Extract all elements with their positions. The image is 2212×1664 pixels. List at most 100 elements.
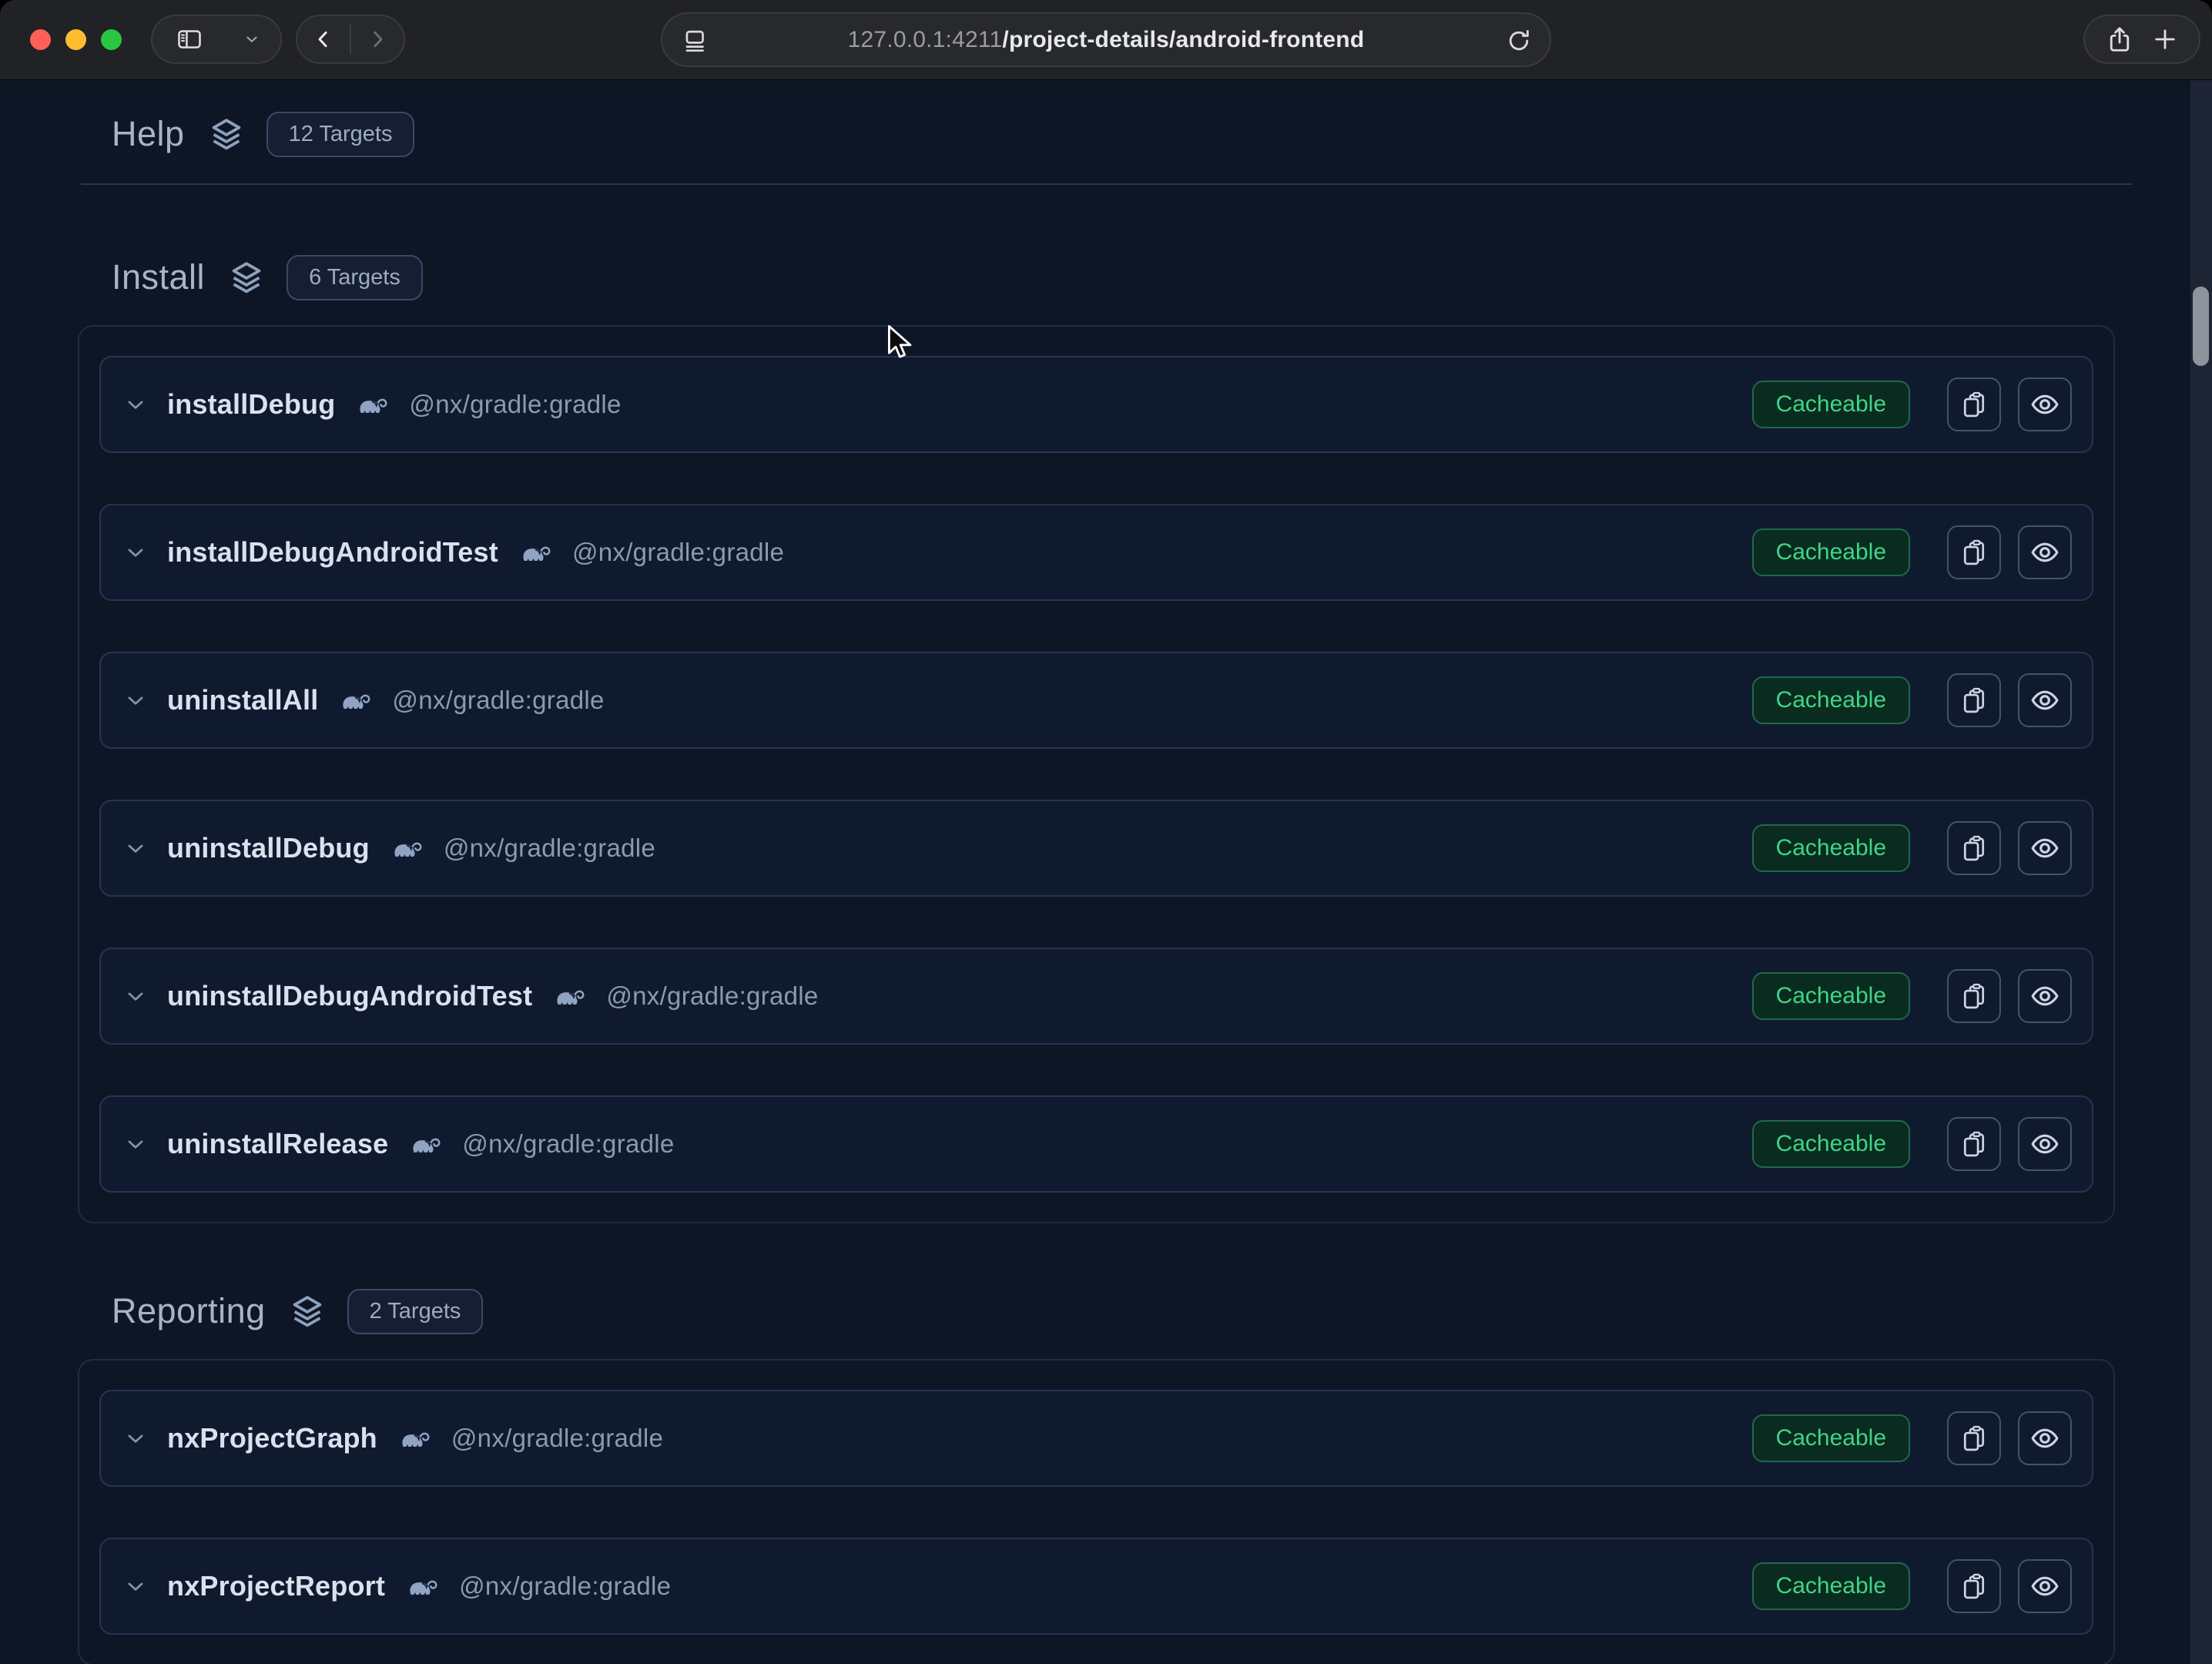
chevron-down-icon[interactable] (124, 985, 147, 1008)
zoom-window-button[interactable] (101, 29, 122, 50)
history-nav-group (296, 15, 405, 64)
eye-icon (2029, 1571, 2060, 1602)
address-bar[interactable]: 127.0.0.1:4211/project-details/android-f… (661, 12, 1551, 67)
chevron-down-icon[interactable] (124, 1427, 147, 1450)
layers-icon (208, 116, 245, 153)
target-executor: @nx/gradle:gradle (572, 538, 784, 567)
eye-icon (2029, 1129, 2060, 1159)
copy-icon (1959, 686, 1989, 715)
view-target-button[interactable] (2018, 821, 2072, 875)
target-executor: @nx/gradle:gradle (606, 981, 818, 1011)
target-name: uninstallDebug (167, 832, 370, 864)
sidebar-icon (176, 25, 203, 53)
copy-target-button[interactable] (1947, 525, 2001, 579)
copy-target-button[interactable] (1947, 821, 2001, 875)
target-executor: @nx/gradle:gradle (459, 1572, 671, 1601)
chevron-down-icon[interactable] (124, 393, 147, 416)
cacheable-badge: Cacheable (1752, 972, 1910, 1020)
project-details-page: Help 12 Targets Install 6 Targets instal… (0, 80, 2212, 1664)
back-icon (312, 28, 335, 51)
forward-button[interactable] (351, 16, 404, 62)
close-window-button[interactable] (30, 29, 51, 50)
target-row[interactable]: nxProjectGraph @nx/gradle:gradle Cacheab… (99, 1390, 2093, 1487)
copy-target-button[interactable] (1947, 969, 2001, 1023)
target-row[interactable]: uninstallDebugAndroidTest @nx/gradle:gra… (99, 948, 2093, 1045)
section-title: Install (112, 257, 205, 297)
target-name: uninstallAll (167, 684, 318, 716)
gradle-elephant-icon (397, 1426, 433, 1451)
view-target-button[interactable] (2018, 673, 2072, 727)
window-controls (30, 29, 122, 50)
target-name: uninstallDebugAndroidTest (167, 980, 532, 1012)
section-header-install: Install 6 Targets (112, 251, 2212, 304)
section-header-reporting: Reporting 2 Targets (112, 1285, 2212, 1337)
target-row[interactable]: installDebug @nx/gradle:gradle Cacheable (99, 356, 2093, 453)
copy-target-button[interactable] (1947, 1117, 2001, 1171)
back-button[interactable] (297, 16, 350, 62)
forward-icon (366, 28, 389, 51)
view-target-button[interactable] (2018, 377, 2072, 431)
section-divider (81, 183, 2132, 185)
minimize-window-button[interactable] (65, 29, 86, 50)
copy-icon (1959, 1572, 1989, 1601)
targets-count-badge: 6 Targets (287, 255, 423, 300)
target-name: installDebug (167, 388, 335, 421)
page-settings-icon[interactable] (681, 26, 710, 55)
eye-icon (2029, 1423, 2060, 1454)
target-row[interactable]: uninstallAll @nx/gradle:gradle Cacheable (99, 652, 2093, 749)
eye-icon (2029, 833, 2060, 864)
chevron-down-icon[interactable] (124, 837, 147, 860)
copy-target-button[interactable] (1947, 1411, 2001, 1465)
section-title: Reporting (112, 1291, 266, 1331)
copy-target-button[interactable] (1947, 1559, 2001, 1613)
gradle-elephant-icon (355, 392, 390, 418)
target-row[interactable]: uninstallRelease @nx/gradle:gradle Cache… (99, 1095, 2093, 1193)
reload-button[interactable] (1505, 27, 1533, 55)
url-host: 127.0.0.1:4211 (848, 27, 1003, 52)
cacheable-badge: Cacheable (1752, 824, 1910, 872)
view-target-button[interactable] (2018, 1117, 2072, 1171)
section-title: Help (112, 114, 185, 154)
cacheable-badge: Cacheable (1752, 381, 1910, 428)
targets-group-reporting: nxProjectGraph @nx/gradle:gradle Cacheab… (78, 1359, 2115, 1664)
target-row[interactable]: installDebugAndroidTest @nx/gradle:gradl… (99, 504, 2093, 601)
gradle-elephant-icon (390, 836, 425, 861)
chevron-down-icon[interactable] (124, 1132, 147, 1156)
sidebar-toggle-button[interactable] (151, 15, 282, 64)
copy-icon (1959, 390, 1989, 419)
target-executor: @nx/gradle:gradle (392, 686, 604, 715)
target-executor: @nx/gradle:gradle (444, 834, 655, 863)
chevron-down-icon[interactable] (124, 689, 147, 712)
copy-icon (1959, 834, 1989, 863)
section-header-help: Help 12 Targets (112, 108, 2212, 160)
view-target-button[interactable] (2018, 525, 2072, 579)
cacheable-badge: Cacheable (1752, 1562, 1910, 1610)
safari-window: 127.0.0.1:4211/project-details/android-f… (0, 0, 2212, 1664)
cacheable-badge: Cacheable (1752, 528, 1910, 576)
target-row[interactable]: nxProjectReport @nx/gradle:gradle Cachea… (99, 1538, 2093, 1635)
toolbar-actions-group (2083, 15, 2200, 64)
targets-group-install: installDebug @nx/gradle:gradle Cacheable… (78, 325, 2115, 1223)
eye-icon (2029, 685, 2060, 716)
new-tab-button[interactable] (2151, 25, 2179, 53)
url-text: 127.0.0.1:4211/project-details/android-f… (848, 27, 1365, 53)
scrollbar-thumb[interactable] (2193, 287, 2209, 366)
copy-icon (1959, 1424, 1989, 1453)
share-button[interactable] (2105, 25, 2134, 54)
browser-toolbar: 127.0.0.1:4211/project-details/android-f… (0, 0, 2212, 80)
chevron-down-icon (243, 31, 260, 48)
target-row[interactable]: uninstallDebug @nx/gradle:gradle Cacheab… (99, 800, 2093, 897)
gradle-elephant-icon (518, 540, 554, 565)
view-target-button[interactable] (2018, 1411, 2072, 1465)
view-target-button[interactable] (2018, 969, 2072, 1023)
chevron-down-icon[interactable] (124, 1575, 147, 1598)
view-target-button[interactable] (2018, 1559, 2072, 1613)
copy-target-button[interactable] (1947, 673, 2001, 727)
target-executor: @nx/gradle:gradle (409, 390, 621, 419)
target-name: nxProjectGraph (167, 1422, 377, 1454)
copy-target-button[interactable] (1947, 377, 2001, 431)
cacheable-badge: Cacheable (1752, 1120, 1910, 1168)
copy-icon (1959, 981, 1989, 1011)
targets-count-badge: 2 Targets (347, 1289, 484, 1334)
chevron-down-icon[interactable] (124, 541, 147, 564)
